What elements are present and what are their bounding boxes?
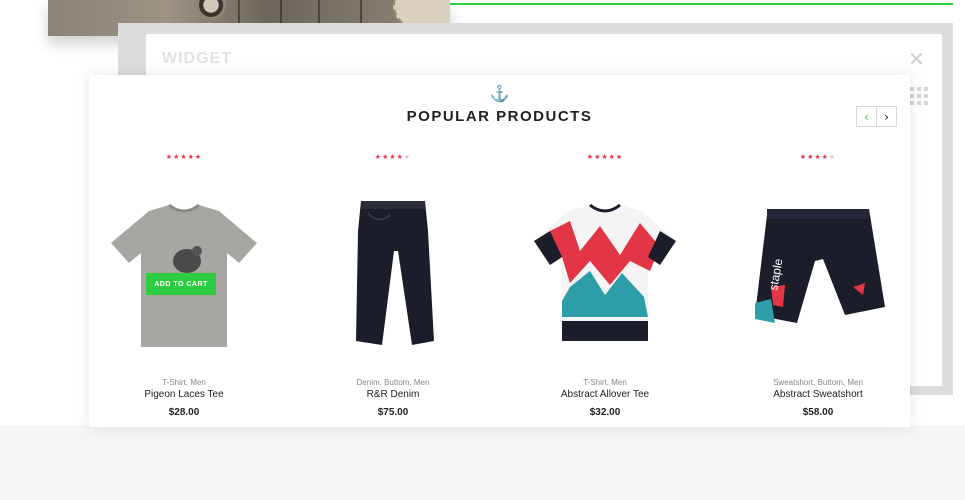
- product-price: $58.00: [802, 407, 834, 418]
- star-icon: ★: [396, 153, 404, 161]
- star-icon: ★: [615, 153, 624, 161]
- star-rating: ★★★★★: [510, 153, 700, 161]
- carousel-prev-button[interactable]: ‹: [856, 106, 877, 127]
- widget-title: WIDGET: [162, 50, 232, 67]
- product-image-sweatshort[interactable]: staple: [723, 191, 913, 361]
- product-category[interactable]: Denim, Buttom, Men: [298, 378, 488, 387]
- star-icon: ★: [374, 153, 383, 161]
- product-card[interactable]: ★★★★★ Denim, Buttom, Men R&R Denim $75.0…: [298, 153, 488, 423]
- star-icon: ★: [828, 153, 837, 161]
- add-to-cart-button[interactable]: ADD TO CART: [146, 273, 216, 295]
- star-icon: ★: [586, 153, 595, 161]
- product-price: $32.00: [589, 407, 621, 418]
- product-price: $28.00: [168, 407, 200, 418]
- section-title: POPULAR PRODUCTS: [406, 108, 593, 125]
- product-image-allover-tee[interactable]: [510, 191, 700, 361]
- product-card[interactable]: ★★★★★ T-Shirt, Men Abstract Allover Tee …: [510, 153, 700, 423]
- star-icon: ★: [180, 153, 188, 161]
- product-category[interactable]: Sweatshort, Buttom, Men: [723, 378, 913, 387]
- star-icon: ★: [403, 153, 412, 161]
- page-footer-band: [0, 425, 965, 500]
- star-icon: ★: [601, 153, 609, 161]
- accent-divider: [450, 3, 953, 5]
- product-card[interactable]: ★★★★★ staple Sweatshort, Buttom, Men Abs…: [723, 153, 913, 423]
- star-icon: ★: [821, 153, 829, 161]
- product-category[interactable]: T-Shirt, Men: [89, 378, 279, 387]
- star-rating: ★★★★★: [89, 153, 279, 161]
- product-category[interactable]: T-Shirt, Men: [510, 378, 700, 387]
- product-card[interactable]: ★★★★★ ADD TO CART T-Shirt, Men Pigeon La…: [89, 153, 279, 423]
- product-image-denim[interactable]: [298, 191, 488, 361]
- star-icon: ★: [814, 153, 822, 161]
- star-icon: ★: [389, 153, 397, 161]
- product-name[interactable]: Abstract Sweatshort: [723, 389, 913, 400]
- close-icon[interactable]: ✕: [908, 50, 925, 70]
- star-rating: ★★★★★: [298, 153, 488, 161]
- anchor-icon: ⚓: [489, 86, 510, 103]
- product-name[interactable]: R&R Denim: [298, 389, 488, 400]
- popular-products-card: ⚓ POPULAR PRODUCTS ‹ › ★★★★★ ADD TO CART…: [89, 75, 910, 427]
- watch-image: [196, 0, 226, 20]
- grid-icon[interactable]: [910, 87, 928, 105]
- star-icon: ★: [187, 153, 195, 161]
- product-price: $75.00: [377, 407, 409, 418]
- star-icon: ★: [165, 153, 174, 161]
- carousel-next-button[interactable]: ›: [876, 106, 897, 127]
- star-icon: ★: [799, 153, 808, 161]
- star-icon: ★: [608, 153, 616, 161]
- product-name[interactable]: Abstract Allover Tee: [510, 389, 700, 400]
- star-rating: ★★★★★: [723, 153, 913, 161]
- carousel-nav: ‹ ›: [856, 106, 897, 127]
- product-name[interactable]: Pigeon Laces Tee: [89, 389, 279, 400]
- star-icon: ★: [194, 153, 203, 161]
